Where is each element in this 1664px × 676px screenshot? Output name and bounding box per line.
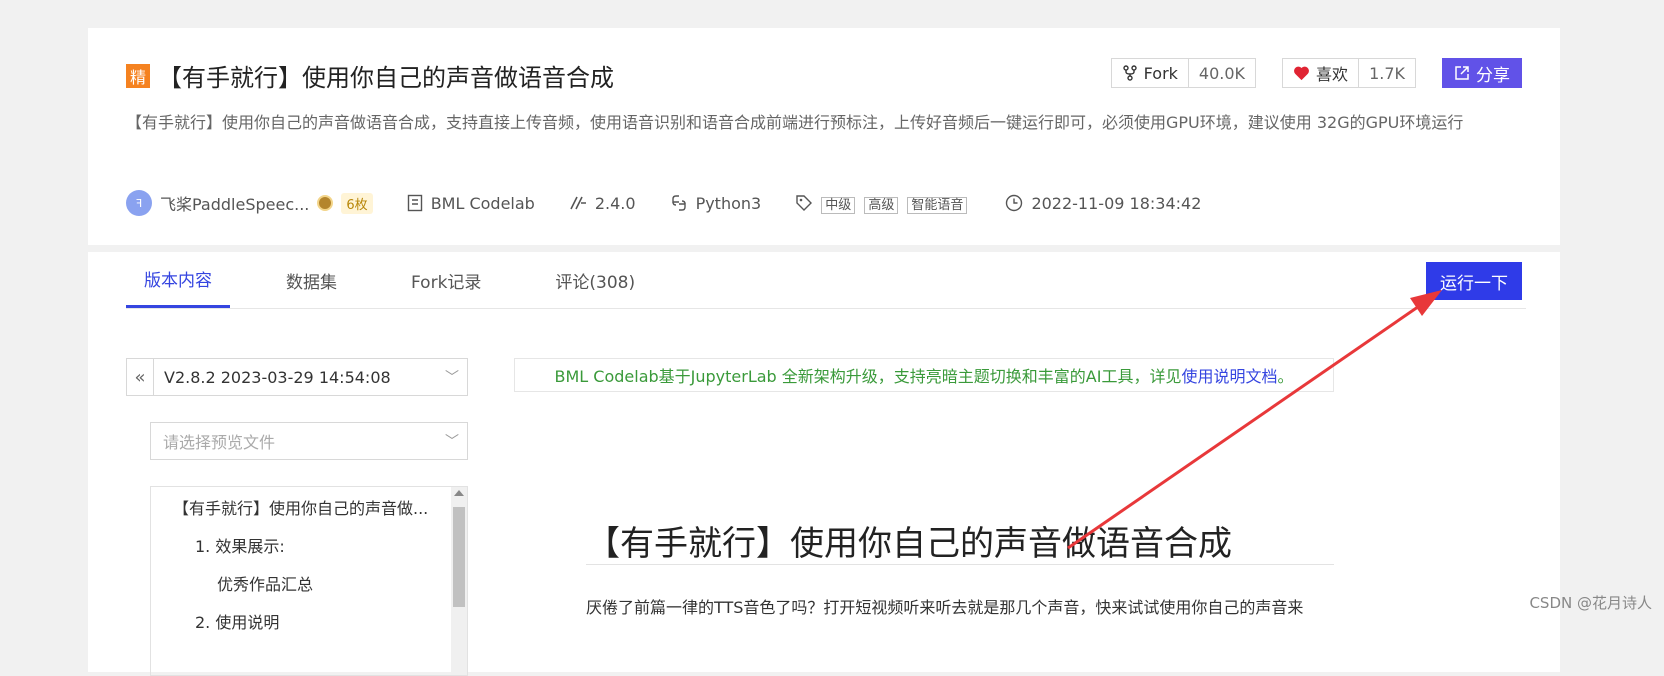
document-paragraph: 厌倦了前篇一律的TTS音色了吗？打开短视频听来听去就是那几个声音，快来试试使用你… [586, 598, 1304, 617]
scroll-thumb[interactable] [453, 507, 465, 607]
tab-fork-records[interactable]: Fork记录 [393, 252, 499, 308]
watermark: CSDN @花月诗人 [1529, 594, 1652, 612]
version-value: V2.8.2 2023-03-29 14:54:08 [164, 367, 391, 387]
like-label: 喜欢 [1316, 65, 1349, 84]
env-label: BML Codelab [430, 193, 535, 213]
tag-advanced[interactable]: 高级 [864, 196, 899, 214]
heart-icon [1294, 66, 1309, 81]
title-row: 精 【有手就行】使用你自己的声音做语音合成 [126, 58, 614, 93]
tag-icon [796, 195, 813, 211]
datetime-info: 2022-11-09 18:34:42 [1005, 194, 1201, 213]
share-label: 分享 [1476, 65, 1510, 86]
like-count: 1.7K [1358, 59, 1415, 87]
framework-icon [570, 196, 586, 210]
upgrade-notice: BML Codelab基于JupyterLab 全新架构升级，支持亮暗主题切换和… [514, 358, 1334, 392]
project-description: 【有手就行】使用你自己的声音做语音合成，支持直接上传音频，使用语音识别和语音合成… [126, 113, 1464, 132]
version-select[interactable]: « V2.8.2 2023-03-29 14:54:08 ﹀ [126, 358, 468, 396]
table-of-contents: 【有手就行】使用你自己的声音做... 1. 效果展示: 优秀作品汇总 2. 使用… [150, 486, 468, 676]
header-actions: Fork 40.0K 喜欢 1.7K 分享 [1110, 58, 1522, 88]
toc-item[interactable]: 1. 效果展示: [195, 533, 285, 557]
featured-badge: 精 [126, 63, 150, 88]
python-icon [671, 195, 686, 211]
tag-speech[interactable]: 智能语音 [907, 196, 968, 214]
tags-info: 中级 高级 智能语音 [795, 194, 971, 214]
medal-icon [317, 195, 334, 211]
notice-text: BML Codelab基于JupyterLab 全新架构升级，支持亮暗主题切换和… [554, 367, 1182, 386]
toc-item[interactable]: 优秀作品汇总 [217, 571, 313, 595]
fork-icon [1122, 65, 1137, 81]
toc-item[interactable]: 2. 使用说明 [195, 609, 279, 633]
file-select-placeholder: 请选择预览文件 [163, 433, 276, 452]
docs-link[interactable]: 使用说明文档 [1181, 363, 1277, 387]
tab-datasets[interactable]: 数据集 [268, 252, 355, 308]
toc-item[interactable]: 【有手就行】使用你自己的声音做... [173, 495, 428, 519]
fork-label: Fork [1143, 63, 1178, 83]
share-button[interactable]: 分享 [1442, 58, 1522, 88]
toc-scrollbar[interactable] [451, 487, 467, 675]
version-info: 2.4.0 [569, 194, 636, 213]
fork-button[interactable]: Fork 40.0K [1110, 58, 1257, 88]
version-label: 2.4.0 [594, 193, 636, 213]
tab-bar: 版本内容 数据集 Fork记录 评论(308) [126, 252, 1526, 309]
fork-seg[interactable]: Fork [1112, 59, 1188, 87]
tag-intermediate[interactable]: 中级 [821, 196, 856, 214]
tab-comments[interactable]: 评论(308) [537, 252, 653, 308]
badge-count: 6枚 [341, 192, 373, 214]
author-name[interactable]: 飞桨PaddleSpeec... [160, 191, 309, 215]
author-info[interactable]: ꟻ 飞桨PaddleSpeec... 6枚 [126, 190, 373, 216]
language-info: Python3 [670, 193, 762, 213]
avatar[interactable]: ꟻ [126, 190, 152, 216]
chevron-down-icon: ﹀ [445, 434, 459, 450]
document-icon [407, 194, 422, 212]
notice-end: 。 [1277, 367, 1294, 386]
scroll-up-icon[interactable] [454, 490, 464, 496]
clock-icon [1006, 194, 1023, 212]
chevron-down-icon: ﹀ [445, 370, 459, 386]
title-divider [586, 564, 1334, 565]
share-icon [1455, 66, 1469, 80]
like-button[interactable]: 喜欢 1.7K [1282, 58, 1416, 88]
tab-version-content[interactable]: 版本内容 [126, 252, 230, 308]
project-title: 【有手就行】使用你自己的声音做语音合成 [158, 64, 614, 92]
document-title: 【有手就行】使用你自己的声音做语音合成 [586, 524, 1232, 564]
content-card: 版本内容 数据集 Fork记录 评论(308) 运行一下 « V2.8.2 20… [88, 252, 1560, 676]
fork-count: 40.0K [1187, 59, 1255, 87]
datetime-label: 2022-11-09 18:34:42 [1031, 193, 1202, 213]
meta-row: ꟻ 飞桨PaddleSpeec... 6枚 BML Codelab 2.4.0 … [126, 190, 1235, 216]
project-header-card: 精 【有手就行】使用你自己的声音做语音合成 Fork 40.0K 喜欢 1.7K… [88, 28, 1560, 245]
like-seg[interactable]: 喜欢 [1283, 59, 1358, 87]
preview-file-select[interactable]: 请选择预览文件 ﹀ [150, 422, 468, 460]
collapse-icon[interactable]: « [127, 359, 154, 395]
language-label: Python3 [695, 193, 762, 213]
env-info: BML Codelab [407, 194, 535, 213]
run-button[interactable]: 运行一下 [1426, 262, 1522, 300]
